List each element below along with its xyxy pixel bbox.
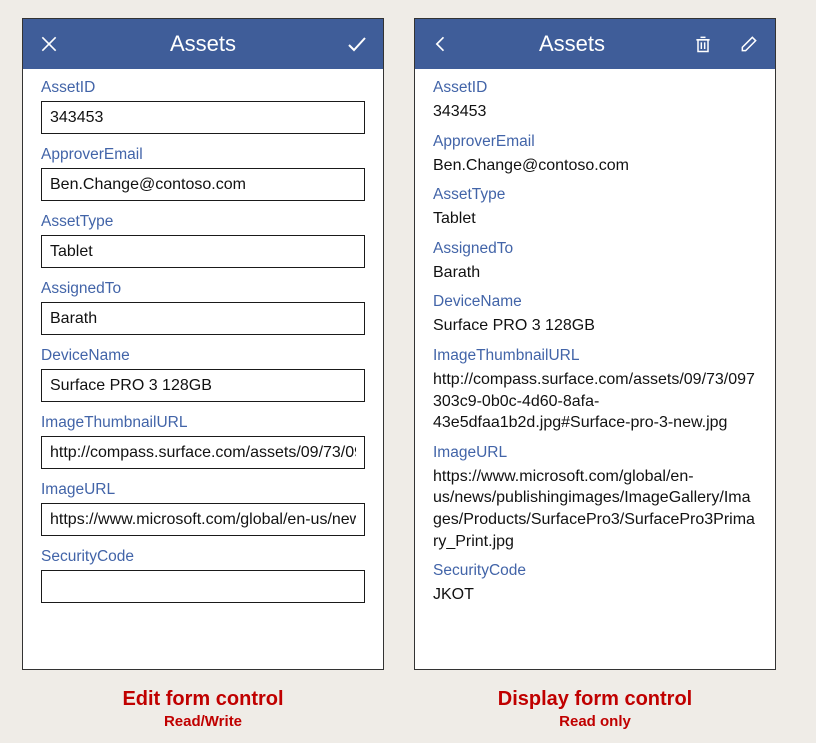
edit-header: Assets: [23, 19, 383, 69]
field-imagethumbnailurl: ImageThumbnailURL: [41, 414, 365, 469]
submit-icon[interactable]: [343, 30, 371, 58]
input-securitycode[interactable]: [41, 570, 365, 603]
dfield-securitycode: SecurityCode JKOT: [433, 562, 757, 606]
dfield-imagethumbnailurl: ImageThumbnailURL http://compass.surface…: [433, 347, 757, 434]
dfield-imageurl: ImageURL https://www.microsoft.com/globa…: [433, 444, 757, 552]
dfield-assettype: AssetType Tablet: [433, 186, 757, 230]
edit-header-title: Assets: [63, 31, 343, 57]
dlabel-assetid: AssetID: [433, 79, 757, 97]
dlabel-securitycode: SecurityCode: [433, 562, 757, 580]
display-caption-sub: Read only: [414, 713, 776, 730]
dlabel-devicename: DeviceName: [433, 293, 757, 311]
input-assetid[interactable]: [41, 101, 365, 134]
label-assetid: AssetID: [41, 79, 365, 97]
input-approveremail[interactable]: [41, 168, 365, 201]
edit-icon[interactable]: [735, 30, 763, 58]
dlabel-imageurl: ImageURL: [433, 444, 757, 462]
input-assettype[interactable]: [41, 235, 365, 268]
dvalue-approveremail: Ben.Change@contoso.com: [433, 155, 757, 177]
label-devicename: DeviceName: [41, 347, 365, 365]
delete-icon[interactable]: [689, 30, 717, 58]
display-header: Assets: [415, 19, 775, 69]
label-imageurl: ImageURL: [41, 481, 365, 499]
dvalue-imageurl: https://www.microsoft.com/global/en-us/n…: [433, 466, 757, 552]
dvalue-assignedto: Barath: [433, 262, 757, 284]
dfield-assetid: AssetID 343453: [433, 79, 757, 123]
dvalue-devicename: Surface PRO 3 128GB: [433, 315, 757, 337]
label-securitycode: SecurityCode: [41, 548, 365, 566]
display-caption: Display form control Read only: [414, 688, 776, 730]
dlabel-imagethumbnailurl: ImageThumbnailURL: [433, 347, 757, 365]
dvalue-assetid: 343453: [433, 101, 757, 123]
edit-caption-main: Edit form control: [22, 688, 384, 711]
dvalue-imagethumbnailurl: http://compass.surface.com/assets/09/73/…: [433, 369, 757, 434]
edit-caption: Edit form control Read/Write: [22, 688, 384, 730]
input-assignedto[interactable]: [41, 302, 365, 335]
back-icon[interactable]: [427, 30, 455, 58]
dfield-approveremail: ApproverEmail Ben.Change@contoso.com: [433, 133, 757, 177]
input-devicename[interactable]: [41, 369, 365, 402]
label-approveremail: ApproverEmail: [41, 146, 365, 164]
field-assetid: AssetID: [41, 79, 365, 134]
field-assignedto: AssignedTo: [41, 280, 365, 335]
display-caption-main: Display form control: [414, 688, 776, 711]
dlabel-approveremail: ApproverEmail: [433, 133, 757, 151]
dlabel-assettype: AssetType: [433, 186, 757, 204]
field-securitycode: SecurityCode: [41, 548, 365, 603]
close-icon[interactable]: [35, 30, 63, 58]
dfield-assignedto: AssignedTo Barath: [433, 240, 757, 284]
display-header-title: Assets: [455, 31, 689, 57]
label-assettype: AssetType: [41, 213, 365, 231]
field-devicename: DeviceName: [41, 347, 365, 402]
dvalue-assettype: Tablet: [433, 208, 757, 230]
display-form-body: AssetID 343453 ApproverEmail Ben.Change@…: [415, 69, 775, 669]
label-imagethumbnailurl: ImageThumbnailURL: [41, 414, 365, 432]
field-approveremail: ApproverEmail: [41, 146, 365, 201]
edit-form-body: AssetID ApproverEmail AssetType Assigned…: [23, 69, 383, 669]
edit-caption-sub: Read/Write: [22, 713, 384, 730]
dfield-devicename: DeviceName Surface PRO 3 128GB: [433, 293, 757, 337]
dvalue-securitycode: JKOT: [433, 584, 757, 606]
edit-form-screen: Assets AssetID ApproverEmail AssetType: [22, 18, 384, 670]
label-assignedto: AssignedTo: [41, 280, 365, 298]
dlabel-assignedto: AssignedTo: [433, 240, 757, 258]
input-imagethumbnailurl[interactable]: [41, 436, 365, 469]
field-assettype: AssetType: [41, 213, 365, 268]
field-imageurl: ImageURL: [41, 481, 365, 536]
display-form-screen: Assets AssetID 343453 ApproverEmail: [414, 18, 776, 670]
input-imageurl[interactable]: [41, 503, 365, 536]
